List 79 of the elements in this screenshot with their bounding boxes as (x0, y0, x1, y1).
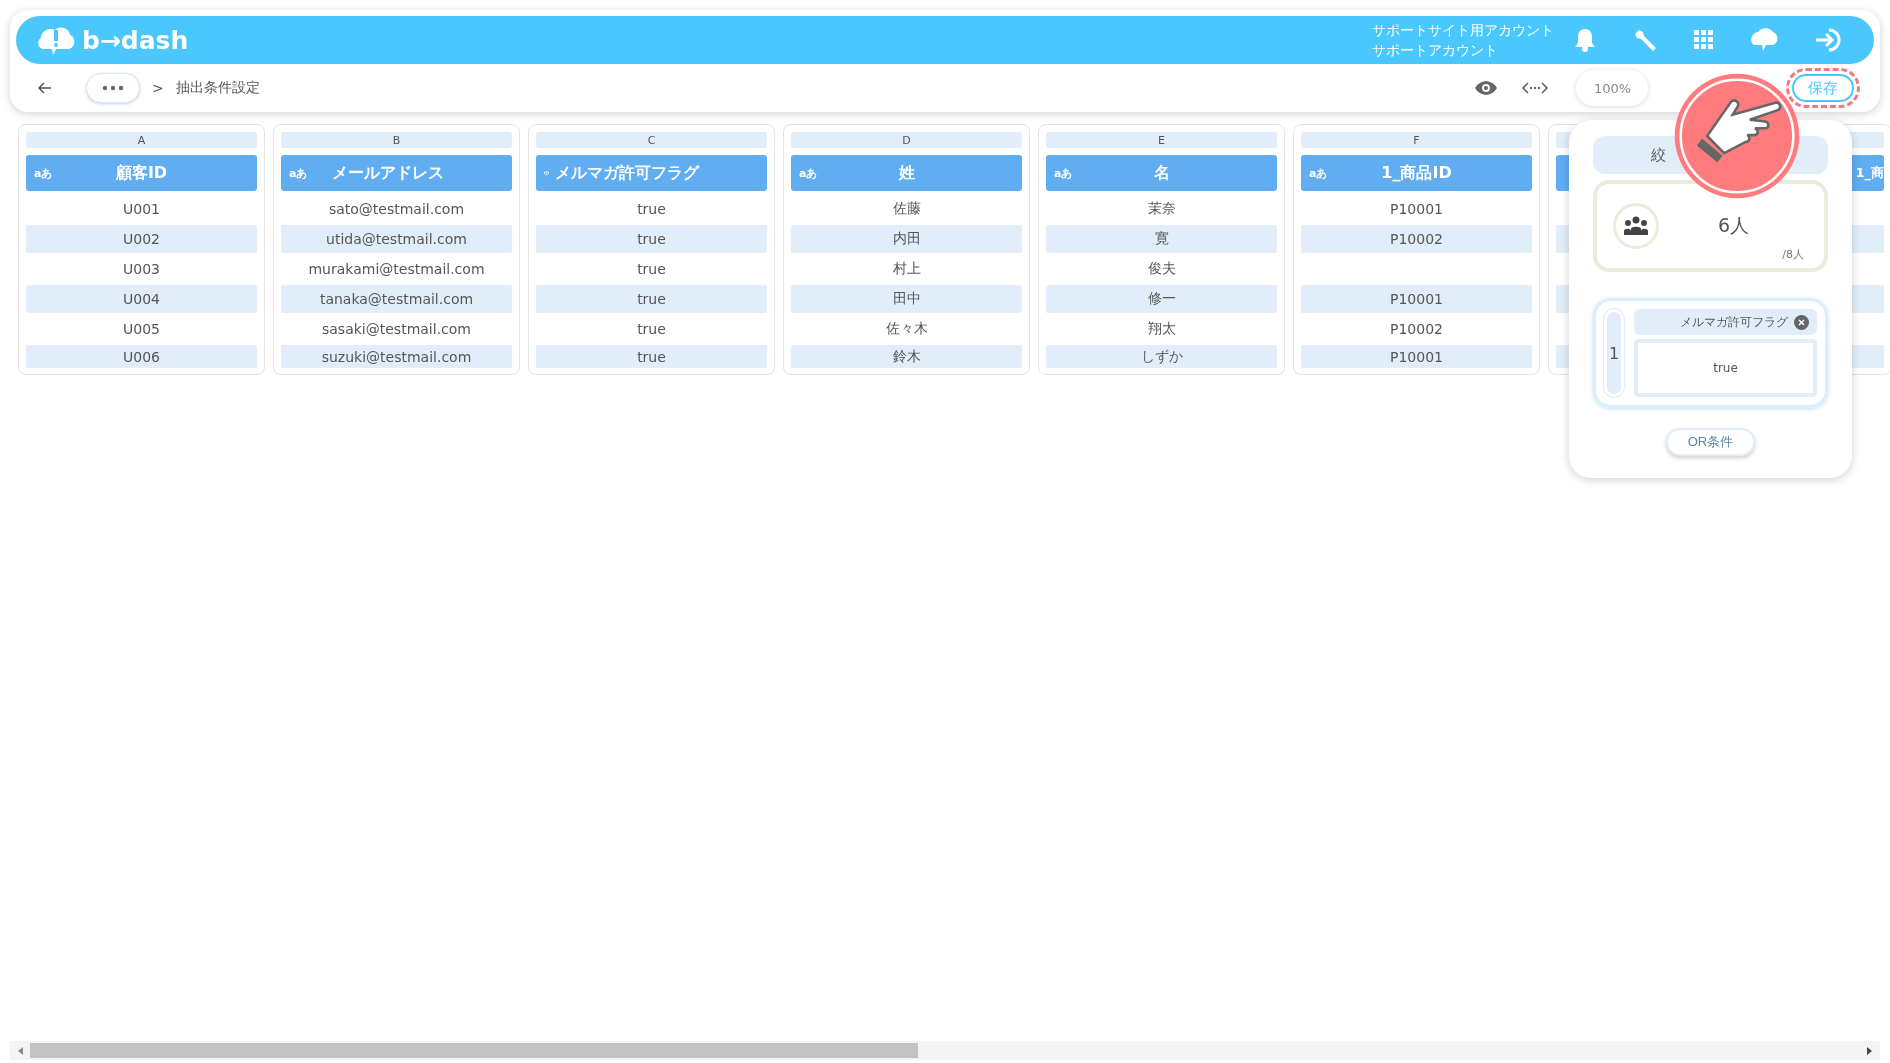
column-letter: C (536, 132, 767, 148)
table-cell: 修一 (1046, 285, 1277, 313)
type-label: aあ (1309, 165, 1329, 181)
bell-icon[interactable] (1574, 28, 1596, 52)
table-cell: true (536, 225, 767, 253)
table-cell-text: murakami@testmail.com (307, 260, 486, 279)
table-cell: suzuki@testmail.com (281, 345, 512, 368)
table-cell: P10002 (1301, 225, 1532, 253)
back-button[interactable] (38, 82, 52, 94)
column-header[interactable]: aあ メールアドレス (281, 155, 512, 191)
code-icon[interactable] (1522, 81, 1548, 95)
table-cell: 寛 (1046, 225, 1277, 253)
table-cell: 田中 (791, 285, 1022, 313)
table-cell: tanaka@testmail.com (281, 285, 512, 313)
table-cell-text: P10002 (1389, 320, 1444, 339)
grid-icon[interactable] (1694, 30, 1714, 50)
column-letter: F (1301, 132, 1532, 148)
table-cell-text: U001 (122, 200, 161, 219)
column-letter: B (281, 132, 512, 148)
close-icon[interactable] (1794, 314, 1809, 330)
zoom-field[interactable]: 100% (1576, 70, 1648, 106)
table-cell-text: 翔太 (1146, 319, 1177, 338)
column-header[interactable]: aあ 1_商品ID (1301, 155, 1532, 191)
table-cell-text: 佐々木 (884, 319, 929, 338)
table-cell: true (536, 285, 767, 313)
table-cell-text: 村上 (891, 259, 922, 278)
column-header[interactable]: メルマガ許可フラグ (536, 155, 767, 191)
column-letter: D (791, 132, 1022, 148)
total-count: /8人 (1782, 247, 1804, 262)
condition-field-name: メルマガ許可フラグ (1680, 313, 1788, 331)
people-icon (1613, 203, 1659, 249)
type-label: aあ (289, 165, 309, 181)
more-button[interactable] (86, 73, 140, 103)
table-cell-text: sasaki@testmail.com (321, 320, 472, 339)
condition-value[interactable]: true (1634, 339, 1817, 397)
breadcrumb-separator: > (152, 80, 164, 96)
logo-text: b→dash (82, 25, 189, 55)
column-header[interactable]: aあ 顧客ID (26, 155, 257, 191)
scroll-left-icon[interactable] (18, 1046, 24, 1055)
or-condition-button[interactable]: OR条件 (1665, 428, 1756, 456)
save-button[interactable]: 保存 (1792, 74, 1854, 102)
table-cell-text: 佐藤 (891, 199, 922, 218)
table-cell: しずか (1046, 345, 1277, 368)
table-cell: true (536, 345, 767, 368)
table-cell-text: P10001 (1389, 200, 1444, 219)
more-icon (102, 85, 124, 91)
type-label: aあ (799, 165, 819, 181)
match-count: 6人 (1716, 213, 1751, 238)
account-name: サポートアカウント (1372, 41, 1499, 60)
table-cell-text: 俊夫 (1146, 259, 1177, 278)
table-cell-text: true (636, 320, 667, 339)
chat-icon[interactable] (1750, 27, 1778, 53)
account-site: サポートサイト用アカウント (1372, 21, 1554, 40)
table-cell: U006 (26, 345, 257, 368)
type-label: aあ (34, 165, 54, 181)
horizontal-scrollbar[interactable] (10, 1041, 1880, 1060)
table-cell: U004 (26, 285, 257, 313)
table-cell-text: 茉奈 (1146, 199, 1177, 218)
breadcrumb-current: 抽出条件設定 (175, 79, 260, 97)
table-cell: 内田 (791, 225, 1022, 253)
table-cell: P10001 (1301, 285, 1532, 313)
scroll-right-icon[interactable] (1866, 1046, 1872, 1055)
table-cell-text: U003 (122, 260, 161, 279)
type-label: aあ (1054, 165, 1074, 181)
condition-index: 1 (1604, 309, 1624, 397)
column-letter: E (1046, 132, 1277, 148)
wrench-icon[interactable] (1632, 27, 1658, 53)
table-cell-text: true (636, 260, 667, 279)
table-cell-text: sato@testmail.com (327, 200, 466, 219)
eye-icon[interactable] (1474, 80, 1498, 96)
table-cell: utida@testmail.com (281, 225, 512, 253)
table-cell-text: U005 (122, 320, 161, 339)
table-cell: 鈴木 (791, 345, 1022, 368)
table-cell: U002 (26, 225, 257, 253)
column-letter: A (26, 132, 257, 148)
column-header[interactable]: aあ 姓 (791, 155, 1022, 191)
table-cell-text: true (636, 200, 667, 219)
column-header[interactable]: aあ 名 (1046, 155, 1277, 191)
table-cell: P10001 (1301, 345, 1532, 368)
